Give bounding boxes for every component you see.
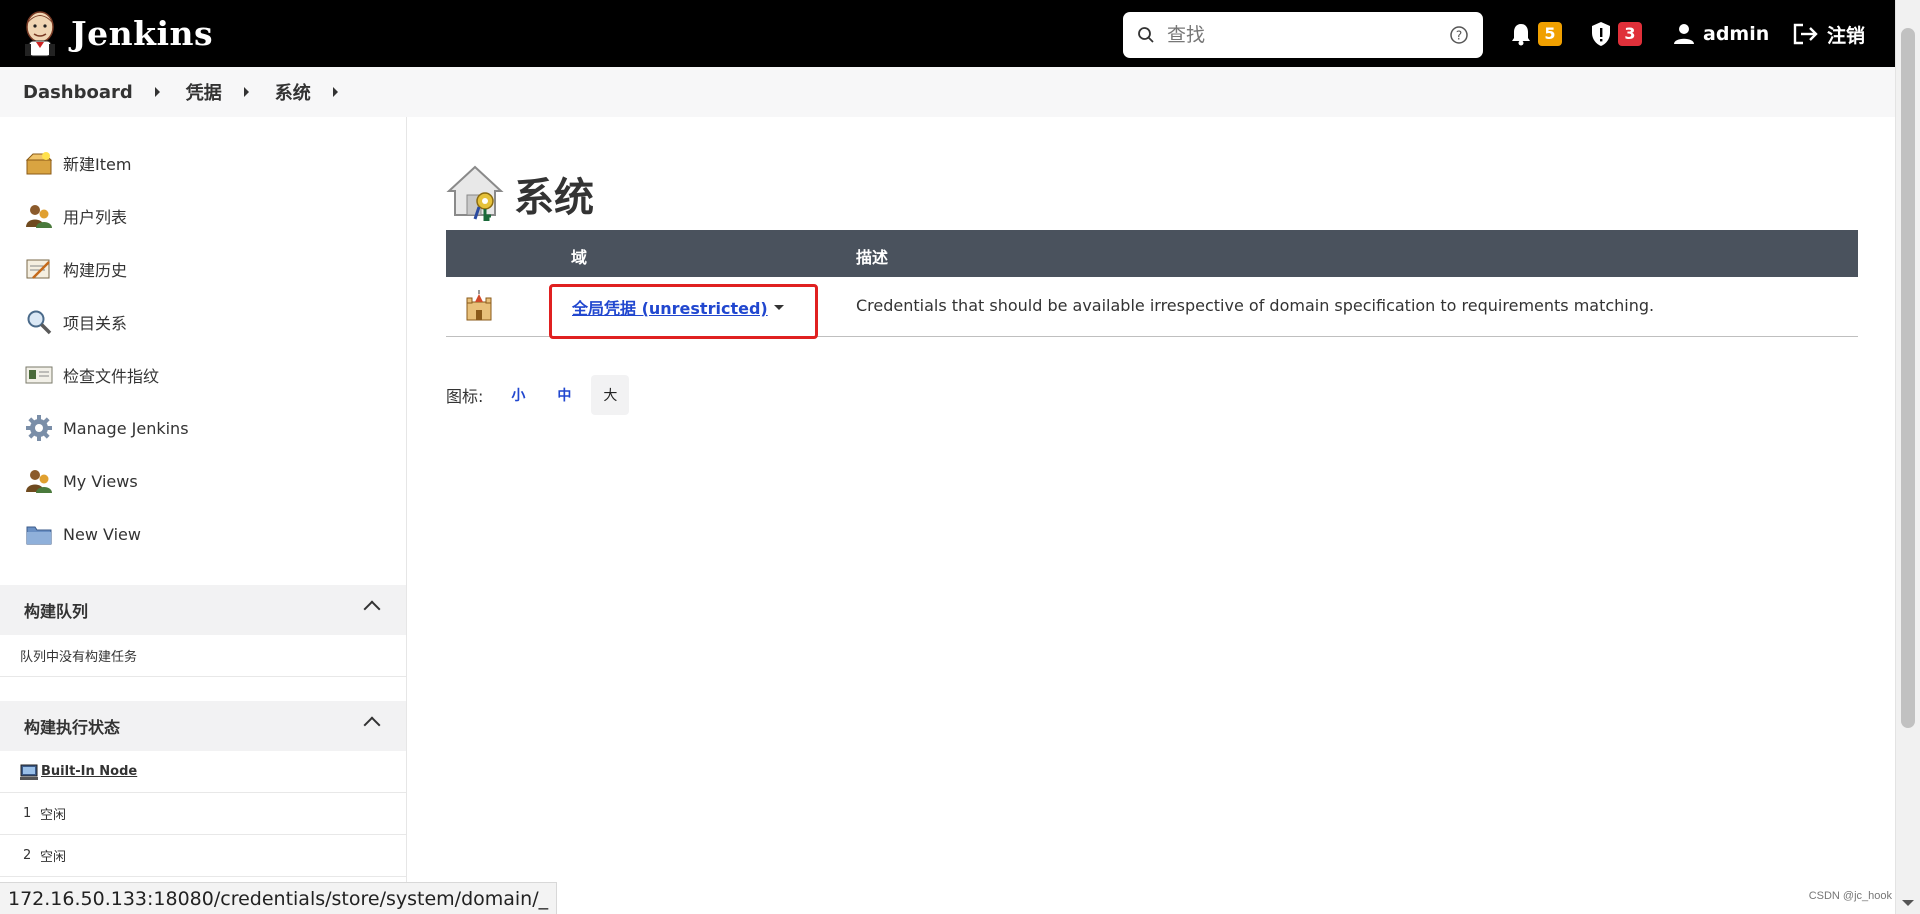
sidebar-item-label: 构建历史 [63, 261, 128, 280]
top-header: Jenkins ? 5 3 admin [0, 0, 1895, 67]
executor-status: 空闲 [40, 850, 67, 865]
executor-row: 1 空闲 [0, 793, 406, 835]
computer-icon [20, 764, 38, 780]
status-bar-url: 172.16.50.133:18080/credentials/store/sy… [0, 882, 558, 914]
highlight-box [549, 284, 818, 339]
built-in-node-link[interactable]: Built-In Node [41, 764, 137, 779]
security-button[interactable]: 3 [1590, 16, 1642, 52]
executor-number: 1 [23, 806, 32, 821]
help-icon[interactable]: ? [1449, 25, 1469, 45]
breadcrumb-separator-icon[interactable] [332, 87, 338, 97]
shield-icon [1592, 22, 1610, 46]
jenkins-butler-icon [25, 10, 55, 56]
sidebar-item-manage-jenkins[interactable]: Manage Jenkins [24, 413, 189, 443]
column-header-description[interactable]: 描述 [856, 244, 888, 268]
users-icon [24, 466, 54, 496]
search-input[interactable] [1167, 24, 1449, 46]
castle-icon [466, 290, 492, 321]
jenkins-logo[interactable]: Jenkins [21, 10, 213, 58]
sidebar-item-new-item[interactable]: 新建Item [24, 148, 131, 178]
breadcrumb-system[interactable]: 系统 [275, 79, 311, 105]
scroll-down-arrow-icon[interactable] [1902, 900, 1914, 906]
logout-button[interactable]: 注销 [1793, 16, 1865, 52]
new-item-icon [24, 148, 54, 178]
sidebar-item-label: New View [63, 524, 141, 544]
scrollbar-thumb[interactable] [1901, 28, 1915, 728]
column-header-domain[interactable]: 域 [571, 244, 587, 268]
users-icon [24, 201, 54, 231]
sidebar-item-fingerprint[interactable]: 检查文件指纹 [24, 360, 159, 390]
gear-icon [24, 413, 54, 443]
bell-icon [1512, 24, 1530, 46]
executor-status: 空闲 [40, 808, 67, 823]
logout-icon [1793, 23, 1818, 45]
executor-row: 2 空闲 [0, 835, 406, 877]
sidebar-item-label: 用户列表 [63, 208, 128, 227]
breadcrumb-credentials[interactable]: 凭据 [186, 79, 222, 105]
security-badge: 3 [1618, 22, 1642, 46]
sidebar-item-users[interactable]: 用户列表 [24, 201, 127, 231]
breadcrumb-separator-icon[interactable] [243, 87, 249, 97]
build-queue-empty-text: 队列中没有构建任务 [20, 650, 138, 665]
svg-text:?: ? [1456, 29, 1462, 43]
sidebar-item-my-views[interactable]: My Views [24, 466, 138, 496]
table-header: 域 描述 [446, 230, 1858, 277]
user-button[interactable]: admin [1673, 16, 1769, 52]
search-box[interactable]: ? [1123, 12, 1483, 58]
vertical-scrollbar[interactable] [1895, 0, 1920, 914]
logo-text: Jenkins [71, 14, 214, 53]
notifications-badge: 5 [1538, 22, 1562, 46]
build-history-icon [24, 254, 54, 284]
credentials-store-icon [446, 165, 504, 221]
sidebar-item-label: 项目关系 [63, 314, 128, 333]
breadcrumb-separator-icon[interactable] [154, 87, 160, 97]
executor-number: 2 [23, 848, 32, 863]
fingerprint-icon [24, 360, 54, 390]
executors-title: 构建执行状态 [24, 718, 121, 737]
chevron-up-icon[interactable] [363, 600, 381, 618]
sidebar-item-label: My Views [63, 471, 138, 491]
domain-description: Credentials that should be available irr… [856, 296, 1655, 315]
sidebar-item-label: 新建Item [63, 155, 132, 174]
icon-size-large[interactable]: 大 [591, 375, 630, 415]
sidebar-item-project-relationship[interactable]: 项目关系 [24, 307, 127, 337]
icon-size-medium[interactable]: 中 [545, 375, 583, 415]
status-url-text: 172.16.50.133:18080/credentials/store/sy… [8, 887, 549, 910]
folder-icon [24, 519, 54, 549]
user-icon [1674, 24, 1694, 44]
notifications-button[interactable]: 5 [1510, 16, 1562, 52]
user-name: admin [1703, 23, 1770, 45]
watermark: CSDN @jc_hook [1808, 890, 1892, 902]
executors-header[interactable]: 构建执行状态 [0, 701, 406, 751]
build-queue-header[interactable]: 构建队列 [0, 585, 406, 635]
sidebar-item-new-view[interactable]: New View [24, 519, 141, 549]
sidebar-item-label: Manage Jenkins [63, 418, 189, 438]
search-icon [1138, 27, 1154, 43]
icon-size-small[interactable]: 小 [499, 375, 537, 415]
icon-size-selector: 图标: 小 中 大 [446, 375, 630, 415]
executor-node-row: Built-In Node [0, 751, 406, 793]
logout-label: 注销 [1827, 24, 1866, 47]
build-queue-empty: 队列中没有构建任务 [0, 635, 406, 677]
breadcrumb-dashboard[interactable]: Dashboard [23, 82, 133, 103]
sidebar-item-build-history[interactable]: 构建历史 [24, 254, 127, 284]
search-icon [24, 307, 54, 337]
icon-size-label: 图标: [446, 387, 484, 406]
breadcrumb: Dashboard 凭据 系统 [0, 67, 1895, 117]
sidebar-item-label: 检查文件指纹 [63, 367, 160, 386]
chevron-up-icon[interactable] [363, 716, 381, 734]
build-queue-title: 构建队列 [24, 602, 89, 621]
sidebar: 新建Item 用户列表 构建历史 项目关系 检查文件指纹 Manage Jenk… [0, 117, 407, 914]
page-title: 系统 [514, 175, 594, 221]
